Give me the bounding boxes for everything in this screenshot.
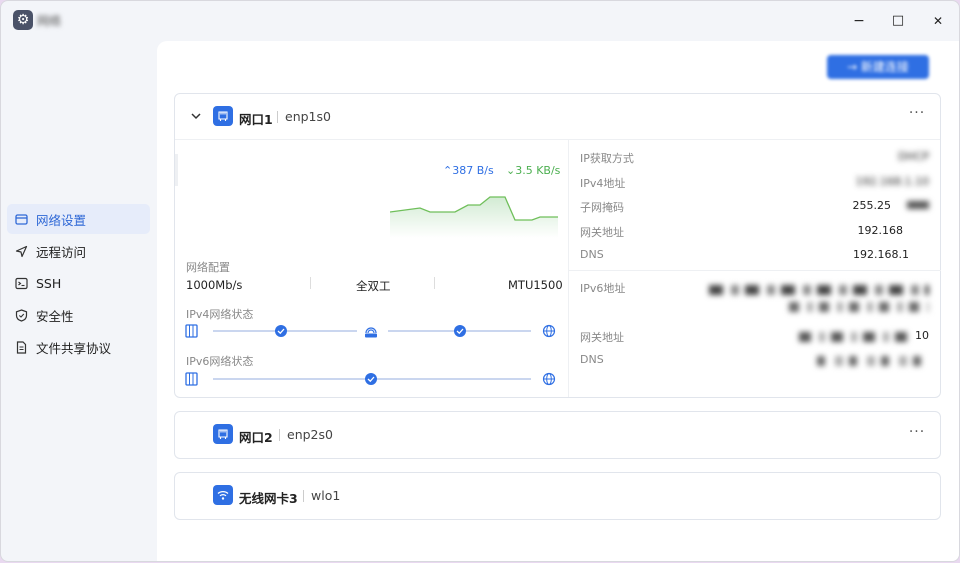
ipv4-address-value: 192.168.1.10	[855, 175, 929, 188]
router-icon	[365, 327, 377, 338]
mtu-value: MTU1500	[508, 278, 563, 292]
interface-card-wlo1[interactable]: 无线网卡3 wlo1	[174, 472, 941, 520]
card-title: 网口1	[239, 112, 273, 127]
divider	[303, 490, 304, 502]
globe-icon	[542, 372, 556, 386]
ipv6-status-path	[185, 372, 556, 386]
terminal-icon	[14, 276, 28, 290]
sidebar-item-security[interactable]: 安全性	[7, 300, 150, 330]
address-pane: IP获取方式 DHCP IPv4地址 192.168.1.10 子网掩码 255…	[568, 140, 941, 397]
ipv4-status-label: IPv4网络状态	[186, 308, 254, 321]
sidebar-item-remote-access[interactable]: 远程访问	[7, 236, 150, 266]
network-config-label: 网络配置	[186, 261, 230, 274]
ipv4-dns-value: 192.168.1	[853, 248, 909, 261]
subnet-mask-value: 255.25	[852, 199, 892, 212]
more-options-button[interactable]: ···	[905, 106, 929, 125]
subnet-mask-label: 子网掩码	[580, 201, 624, 214]
app-title: 网络	[37, 14, 62, 28]
scroll-indicator	[175, 154, 178, 186]
sidebar-item-label: 安全性	[36, 308, 74, 324]
ipv4-dns-label: DNS	[580, 248, 604, 261]
card-title: 无线网卡3	[239, 491, 298, 506]
ipv6-address-label: IPv6地址	[580, 282, 626, 295]
wifi-icon	[213, 485, 233, 505]
main-panel: → 新建连接 网口1 enp1s0 ··· ⌃387 B/s ⌄3.5 KB/s	[157, 41, 959, 561]
add-connection-button[interactable]: → 新建连接	[827, 55, 929, 79]
card-title: 网口2	[239, 430, 273, 445]
card-header[interactable]: 网口1 enp1s0 ···	[175, 94, 940, 139]
app-window: ⚙ 网络 − □ ✕ 网络设置 远程访问 SSH 安全性 文件共享协议 → 新建…	[0, 0, 960, 562]
divider	[310, 277, 311, 289]
link-speed: 1000Mb/s	[186, 278, 243, 292]
card-body: ⌃387 B/s ⌄3.5 KB/s 网络配置 1000Mb/s 全双工 MTU…	[175, 139, 941, 397]
nic-icon	[185, 324, 198, 338]
sidebar-item-network-settings[interactable]: 网络设置	[7, 204, 150, 234]
traffic-pane: ⌃387 B/s ⌄3.5 KB/s 网络配置 1000Mb/s 全双工 MTU…	[175, 140, 567, 397]
check-icon	[454, 325, 466, 337]
ip-method-label: IP获取方式	[580, 152, 634, 165]
ethernet-icon	[213, 424, 233, 444]
sidebar: 网络设置 远程访问 SSH 安全性 文件共享协议	[1, 41, 157, 561]
interface-name: wlo1	[311, 488, 341, 503]
globe-icon	[542, 324, 556, 338]
minimize-button[interactable]: −	[844, 9, 874, 33]
title-bar: ⚙ 网络 − □ ✕	[1, 1, 959, 41]
ip-method-value: DHCP	[897, 150, 929, 163]
divider	[279, 429, 280, 441]
ipv6-dns-label: DNS	[580, 353, 604, 366]
sidebar-item-label: SSH	[36, 275, 62, 291]
more-options-button[interactable]: ···	[905, 425, 929, 444]
sidebar-item-label: 文件共享协议	[36, 340, 112, 356]
ipv6-dns-value	[817, 356, 921, 366]
sidebar-item-ssh[interactable]: SSH	[7, 268, 150, 298]
close-button[interactable]: ✕	[923, 9, 953, 33]
ipv4-address-label: IPv4地址	[580, 177, 626, 190]
upload-speed: ⌃387 B/s	[443, 164, 494, 177]
maximize-button[interactable]: □	[883, 9, 913, 33]
sidebar-item-label: 网络设置	[36, 212, 87, 228]
divider	[569, 270, 941, 271]
document-icon	[14, 340, 28, 354]
nic-icon	[185, 372, 198, 386]
chevron-down-icon[interactable]	[189, 109, 203, 123]
ipv6-gateway-suffix: 10	[915, 329, 929, 342]
ipv6-gateway-value	[799, 332, 911, 342]
ethernet-icon	[213, 106, 233, 126]
sidebar-item-file-sharing[interactable]: 文件共享协议	[7, 332, 150, 362]
interface-card-enp1s0: 网口1 enp1s0 ··· ⌃387 B/s ⌄3.5 KB/s 网络配置 1…	[174, 93, 941, 398]
ipv6-address-value-2	[789, 302, 929, 312]
download-speed: ⌄3.5 KB/s	[506, 164, 561, 177]
interface-name: enp2s0	[287, 427, 333, 442]
ipv6-gateway-label: 网关地址	[580, 331, 624, 344]
ipv4-gateway-label: 网关地址	[580, 226, 624, 239]
sidebar-item-label: 远程访问	[36, 244, 87, 260]
traffic-graph	[390, 196, 558, 238]
check-icon	[275, 325, 287, 337]
network-settings-icon	[14, 212, 28, 226]
ipv6-status-label: IPv6网络状态	[186, 355, 254, 368]
send-icon	[14, 244, 28, 258]
divider	[434, 277, 435, 289]
interface-name: enp1s0	[285, 109, 331, 124]
check-icon	[365, 373, 377, 385]
ipv4-status-path	[185, 324, 556, 338]
ipv6-address-value	[709, 285, 929, 295]
ipv4-gateway-value: 192.168	[857, 224, 904, 237]
divider	[277, 111, 278, 123]
interface-card-enp2s0[interactable]: 网口2 enp2s0 ···	[174, 411, 941, 459]
duplex-mode: 全双工	[356, 279, 391, 293]
shield-icon	[14, 308, 28, 322]
app-logo-icon: ⚙	[13, 10, 33, 30]
download-area	[390, 197, 558, 238]
